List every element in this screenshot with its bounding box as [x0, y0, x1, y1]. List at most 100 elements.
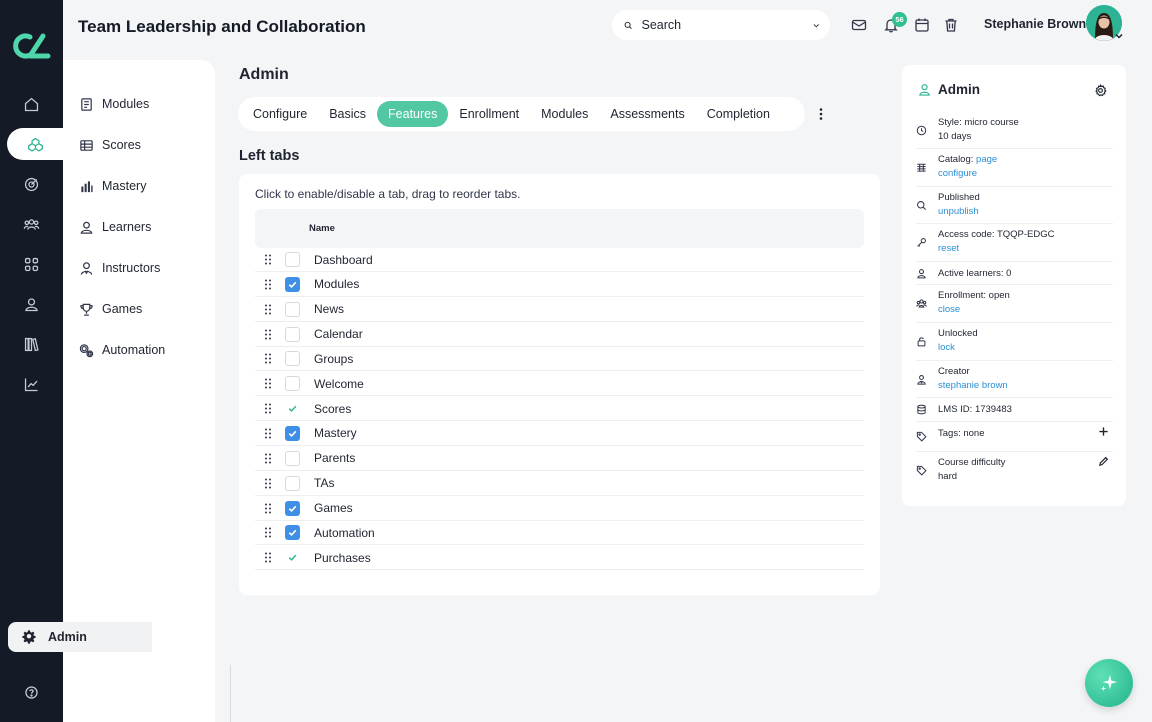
help-icon[interactable] [0, 676, 63, 708]
person-icon[interactable] [0, 288, 63, 320]
table-row[interactable]: Modules [255, 273, 864, 297]
tab-modules[interactable]: Modules [530, 101, 599, 127]
clock-icon [916, 112, 938, 148]
tab-toggle-checkbox[interactable] [285, 550, 300, 565]
drag-handle-icon[interactable] [259, 552, 277, 563]
chevron-down-icon[interactable] [812, 18, 821, 33]
tab-assessments[interactable]: Assessments [599, 101, 695, 127]
info-link[interactable]: lock [938, 342, 955, 353]
chevron-down-icon[interactable] [1114, 31, 1124, 41]
drag-handle-icon[interactable] [259, 329, 277, 340]
tab-toggle-checkbox[interactable] [285, 401, 300, 416]
ai-assistant-button[interactable] [1085, 659, 1133, 707]
drag-handle-icon[interactable] [259, 254, 277, 265]
subnav-item-learners[interactable]: Learners [79, 216, 151, 238]
target-icon[interactable] [0, 168, 63, 200]
panel-info-row: Creator stephanie brown [916, 361, 1113, 398]
info-link[interactable]: stephanie brown [938, 380, 1008, 391]
unlock-icon [916, 323, 938, 360]
subnav-item-scores[interactable]: Scores [79, 134, 141, 156]
table-row[interactable]: Dashboard [255, 248, 864, 272]
plus-icon[interactable] [1098, 426, 1109, 437]
apps-icon[interactable] [0, 248, 63, 280]
learner-icon [80, 221, 93, 234]
tab-enrollment[interactable]: Enrollment [448, 101, 530, 127]
panel-info-row: Style: micro course 10 days [916, 112, 1113, 149]
tab-name: Purchases [314, 550, 371, 565]
drag-handle-icon[interactable] [259, 279, 277, 290]
home-icon[interactable] [0, 88, 63, 120]
drag-handle-icon[interactable] [259, 304, 277, 315]
info-link[interactable]: page [976, 154, 997, 165]
tab-toggle-checkbox[interactable] [285, 301, 300, 317]
user-name[interactable]: Stephanie Brown [984, 17, 1086, 31]
subnav-item-instructors[interactable]: Instructors [79, 257, 160, 279]
table-row[interactable]: Scores [255, 397, 864, 422]
info-link[interactable]: reset [938, 243, 959, 254]
catalog-icon [916, 149, 938, 186]
table-row[interactable]: Automation [255, 521, 864, 546]
tab-basics[interactable]: Basics [318, 101, 377, 127]
subnav-item-mastery[interactable]: Mastery [79, 175, 146, 197]
drag-handle-icon[interactable] [259, 478, 277, 489]
table-row[interactable]: Mastery [255, 422, 864, 446]
tab-toggle-checkbox[interactable] [285, 500, 300, 516]
gear-icon[interactable] [1094, 84, 1107, 97]
tab-toggle-checkbox[interactable] [285, 351, 300, 367]
tab-toggle-checkbox[interactable] [285, 252, 300, 267]
info-link[interactable]: configure [938, 168, 977, 179]
mail-icon[interactable] [851, 17, 867, 33]
tab-configure[interactable]: Configure [242, 101, 318, 127]
calendar-icon[interactable] [914, 17, 930, 33]
drag-handle-icon[interactable] [259, 503, 277, 514]
tab-toggle-checkbox[interactable] [285, 276, 300, 292]
tab-completion[interactable]: Completion [696, 101, 781, 127]
more-vertical-icon[interactable] [814, 106, 828, 122]
groups-icon[interactable] [0, 208, 63, 240]
tab-toggle-checkbox[interactable] [285, 376, 300, 392]
tab-toggle-checkbox[interactable] [285, 475, 300, 491]
info-link[interactable]: close [938, 304, 960, 315]
tab-features[interactable]: Features [377, 101, 449, 127]
library-icon[interactable] [0, 328, 63, 360]
info-link[interactable]: unpublish [938, 206, 979, 217]
tab-name: Scores [314, 401, 352, 416]
table-row[interactable]: Groups [255, 347, 864, 372]
panel-info-row: LMS ID: 1739483 [916, 398, 1113, 422]
bar-chart-icon [81, 180, 93, 192]
creator-icon [916, 361, 938, 397]
subnav-admin-item[interactable]: Admin [8, 622, 152, 652]
search-input[interactable] [641, 18, 803, 32]
table-row[interactable]: Welcome [255, 372, 864, 397]
gear-icon [22, 630, 36, 644]
info-text: Style: micro course [938, 117, 1019, 128]
page-scrollbar-track[interactable] [1143, 0, 1152, 722]
drag-handle-icon[interactable] [259, 353, 277, 364]
drag-handle-icon[interactable] [259, 527, 277, 538]
drag-handle-icon[interactable] [259, 403, 277, 414]
table-row[interactable]: TAs [255, 472, 864, 496]
drag-handle-icon[interactable] [259, 453, 277, 464]
table-row[interactable]: Purchases [255, 546, 864, 571]
tab-toggle-checkbox[interactable] [285, 525, 300, 541]
table-row[interactable]: Parents [255, 447, 864, 471]
table-row[interactable]: News [255, 298, 864, 322]
tab-toggle-checkbox[interactable] [285, 425, 300, 441]
table-row[interactable]: Calendar [255, 323, 864, 347]
courses-icon[interactable] [7, 128, 63, 160]
subnav-item-games[interactable]: Games [79, 298, 142, 320]
tab-toggle-checkbox[interactable] [285, 450, 300, 466]
table-row[interactable]: Games [255, 497, 864, 521]
brand-logo-icon[interactable] [10, 30, 52, 62]
tab-toggle-checkbox[interactable] [285, 326, 300, 342]
subnav-item-label: Automation [102, 343, 166, 357]
drag-handle-icon[interactable] [259, 428, 277, 439]
search-bar[interactable] [612, 10, 830, 40]
analytics-icon[interactable] [0, 368, 63, 400]
subnav-item-automation[interactable]: Automation [79, 339, 165, 361]
pencil-icon[interactable] [1098, 456, 1109, 467]
drag-handle-icon[interactable] [259, 378, 277, 389]
tab-name: Groups [314, 351, 354, 366]
trash-icon[interactable] [943, 17, 959, 33]
subnav-item-modules[interactable]: Modules [79, 93, 149, 115]
